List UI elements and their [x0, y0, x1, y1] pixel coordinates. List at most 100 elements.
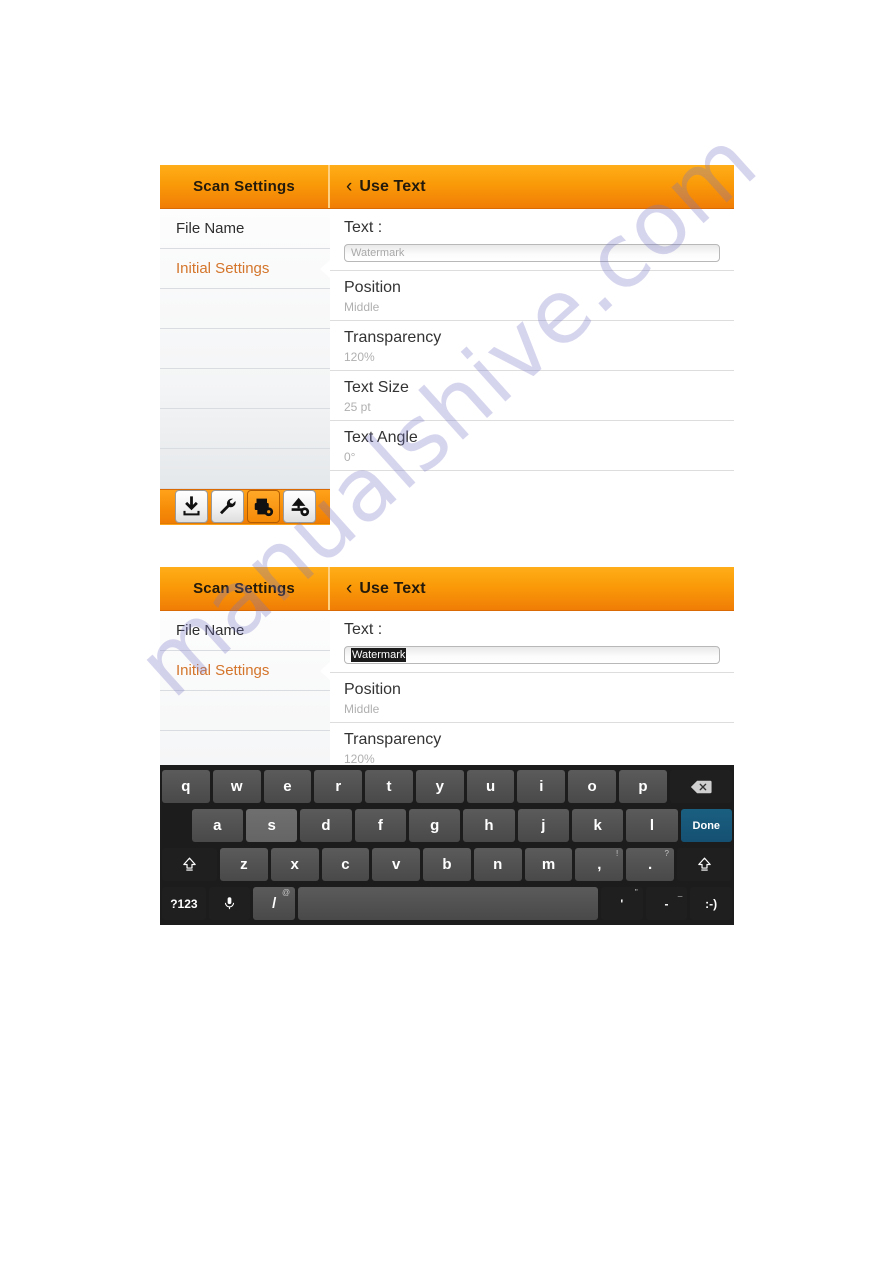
wrench-maintenance-icon[interactable] [210, 490, 244, 523]
key-x[interactable]: x [270, 848, 319, 881]
key-hyphen-label: - [664, 896, 669, 911]
key-j[interactable]: j [517, 809, 569, 842]
setting-title: Position [344, 681, 401, 698]
key-d[interactable]: d [300, 809, 352, 842]
text-field-block: Text : Watermark [330, 209, 734, 271]
key-done[interactable]: Done [680, 809, 732, 842]
use-text-title: Use Text [359, 579, 426, 597]
panel-header: Scan Settings ‹ Use Text [160, 567, 734, 611]
key-microphone[interactable] [208, 887, 251, 920]
key-shift-right[interactable] [676, 848, 732, 881]
key-shift-left[interactable] [162, 848, 217, 881]
key-i[interactable]: i [517, 770, 566, 803]
chevron-left-icon[interactable]: ‹ [346, 177, 352, 196]
key-t[interactable]: t [365, 770, 413, 803]
sidebar-item-label: File Name [176, 622, 245, 639]
key-space[interactable] [298, 887, 599, 920]
key-b[interactable]: b [423, 848, 471, 881]
text-field-label: Text : [344, 219, 383, 236]
key-f[interactable]: f [354, 809, 406, 842]
shift-icon [181, 856, 198, 873]
sidebar-item-label: Initial Settings [176, 260, 270, 277]
key-emoticon[interactable]: :-) [690, 887, 732, 920]
key-e[interactable]: e [263, 770, 312, 803]
sidebar-item-empty[interactable] [160, 329, 330, 369]
key-z[interactable]: z [219, 848, 268, 881]
key-comma[interactable]: ! , [575, 848, 624, 881]
key-comma-label: , [597, 856, 602, 873]
key-u[interactable]: u [466, 770, 515, 803]
scan-settings-title-area: Scan Settings [160, 165, 330, 208]
sidebar-item-file-name[interactable]: File Name [160, 611, 330, 651]
key-q[interactable]: q [162, 770, 210, 803]
key-m[interactable]: m [524, 848, 573, 881]
key-h[interactable]: h [463, 809, 515, 842]
sidebar-item-empty[interactable] [160, 449, 330, 489]
key-apostrophe-label: ' [620, 896, 624, 911]
backspace-icon [690, 780, 712, 794]
setting-row-position[interactable]: Position Middle [330, 673, 734, 723]
key-p[interactable]: p [619, 770, 667, 803]
microphone-icon [222, 895, 237, 912]
key-hyphen[interactable]: _ - [645, 887, 688, 920]
keyboard-row-2: a s d f g h j k l Done [160, 806, 734, 845]
key-o[interactable]: o [568, 770, 617, 803]
key-y[interactable]: y [415, 770, 464, 803]
key-s[interactable]: s [246, 809, 298, 842]
key-hyphen-alt-label: _ [677, 888, 683, 897]
key-slash-label: / [272, 895, 277, 912]
printer-settings-icon[interactable] [246, 490, 280, 523]
sidebar-item-empty[interactable] [160, 691, 330, 731]
sidebar-item-initial-settings[interactable]: Initial Settings [160, 651, 331, 691]
sidebar-item-file-name[interactable]: File Name [160, 209, 330, 249]
upload-settings-icon[interactable] [282, 490, 316, 523]
key-a[interactable]: a [191, 809, 244, 842]
key-r[interactable]: r [314, 770, 363, 803]
key-comma-alt-label: ! [615, 849, 619, 858]
sidebar-item-empty[interactable] [160, 409, 330, 449]
sidebar-item-empty[interactable] [160, 289, 330, 329]
panel-body: File Name Initial Settings Text: Waterm… [160, 209, 734, 525]
use-text-settings-list: Text : Watermark Position Middle Transpa… [330, 209, 734, 525]
setting-value: 120% [344, 350, 375, 364]
setting-value: 0° [344, 450, 356, 464]
setting-value: 120% [344, 752, 375, 766]
sidebar-item-label: Initial Settings [176, 662, 270, 679]
watermark-text-input[interactable]: Watermark [344, 244, 720, 262]
keyboard-row-1: q w e r t y u i o p [160, 767, 734, 806]
key-l[interactable]: l [626, 809, 678, 842]
sidebar-item-empty[interactable] [160, 369, 330, 409]
sidebar: File Name Initial Settings [160, 209, 331, 525]
watermark-text-input[interactable]: Watermark [344, 646, 720, 664]
download-settings-icon[interactable] [174, 490, 208, 523]
home-icon [215, 524, 230, 525]
sidebar-item-initial-settings[interactable]: Initial Settings [160, 249, 331, 289]
setting-title: Transparency [344, 731, 442, 748]
key-g[interactable]: g [409, 809, 461, 842]
key-apostrophe[interactable]: " ' [601, 887, 643, 920]
sidebar-toolbar [160, 489, 330, 523]
setting-row-transparency[interactable]: Transparency 120% [330, 321, 734, 371]
setting-value: Middle [344, 300, 380, 314]
key-period[interactable]: ? . [626, 848, 674, 881]
text-field-block: Text : Watermark [330, 611, 734, 673]
key-v[interactable]: v [372, 848, 421, 881]
setting-row-position[interactable]: Position Middle [330, 271, 734, 321]
scan-settings-panel-top: Scan Settings ‹ Use Text File Name Initi… [160, 165, 734, 525]
key-slash[interactable]: @ / [253, 887, 296, 920]
key-c[interactable]: c [321, 848, 370, 881]
chevron-left-icon[interactable]: ‹ [346, 579, 352, 598]
setting-row-text-size[interactable]: Text Size 25 pt [330, 371, 734, 421]
key-symbols[interactable]: ?123 [162, 887, 206, 920]
key-period-label: . [648, 856, 653, 873]
use-text-header[interactable]: ‹ Use Text [330, 165, 734, 208]
key-n[interactable]: n [473, 848, 522, 881]
setting-title: Text Angle [344, 429, 418, 446]
key-backspace[interactable] [669, 770, 732, 803]
key-k[interactable]: k [571, 809, 624, 842]
setting-row-text-angle[interactable]: Text Angle 0° [330, 421, 734, 471]
scan-settings-title: Scan Settings [193, 580, 295, 597]
home-bar[interactable]: Home [160, 523, 330, 525]
key-w[interactable]: w [212, 770, 261, 803]
use-text-header[interactable]: ‹ Use Text [330, 567, 734, 610]
